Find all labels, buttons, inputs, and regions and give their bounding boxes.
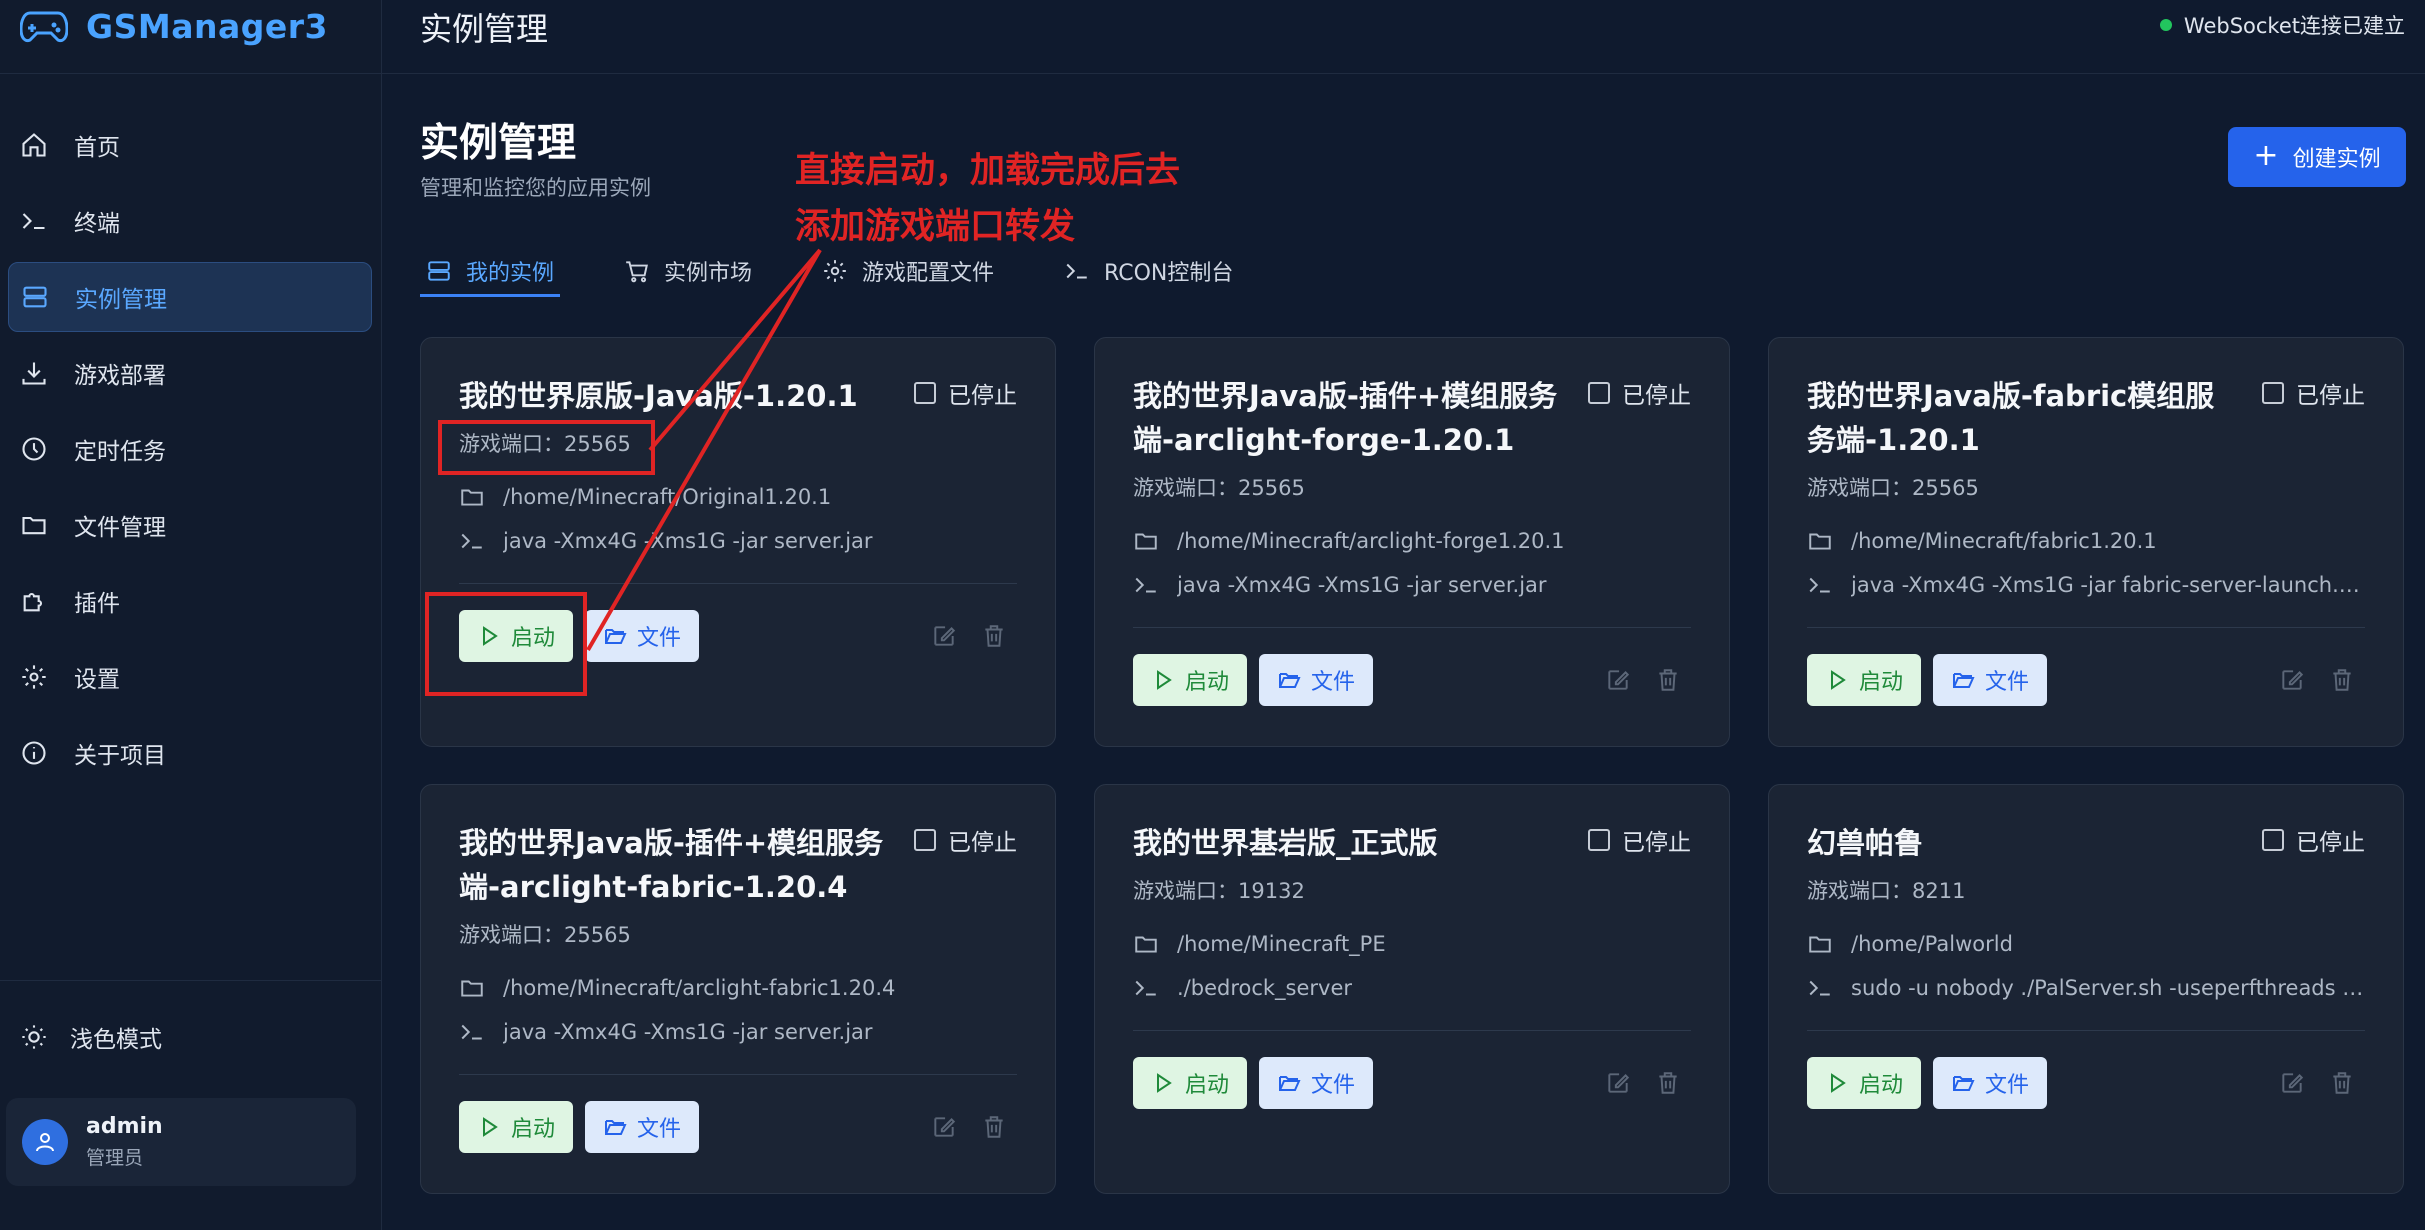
annotation-arrow: [648, 248, 822, 452]
annotation-arrow: [586, 248, 822, 652]
annotation-arrows: [586, 248, 822, 652]
